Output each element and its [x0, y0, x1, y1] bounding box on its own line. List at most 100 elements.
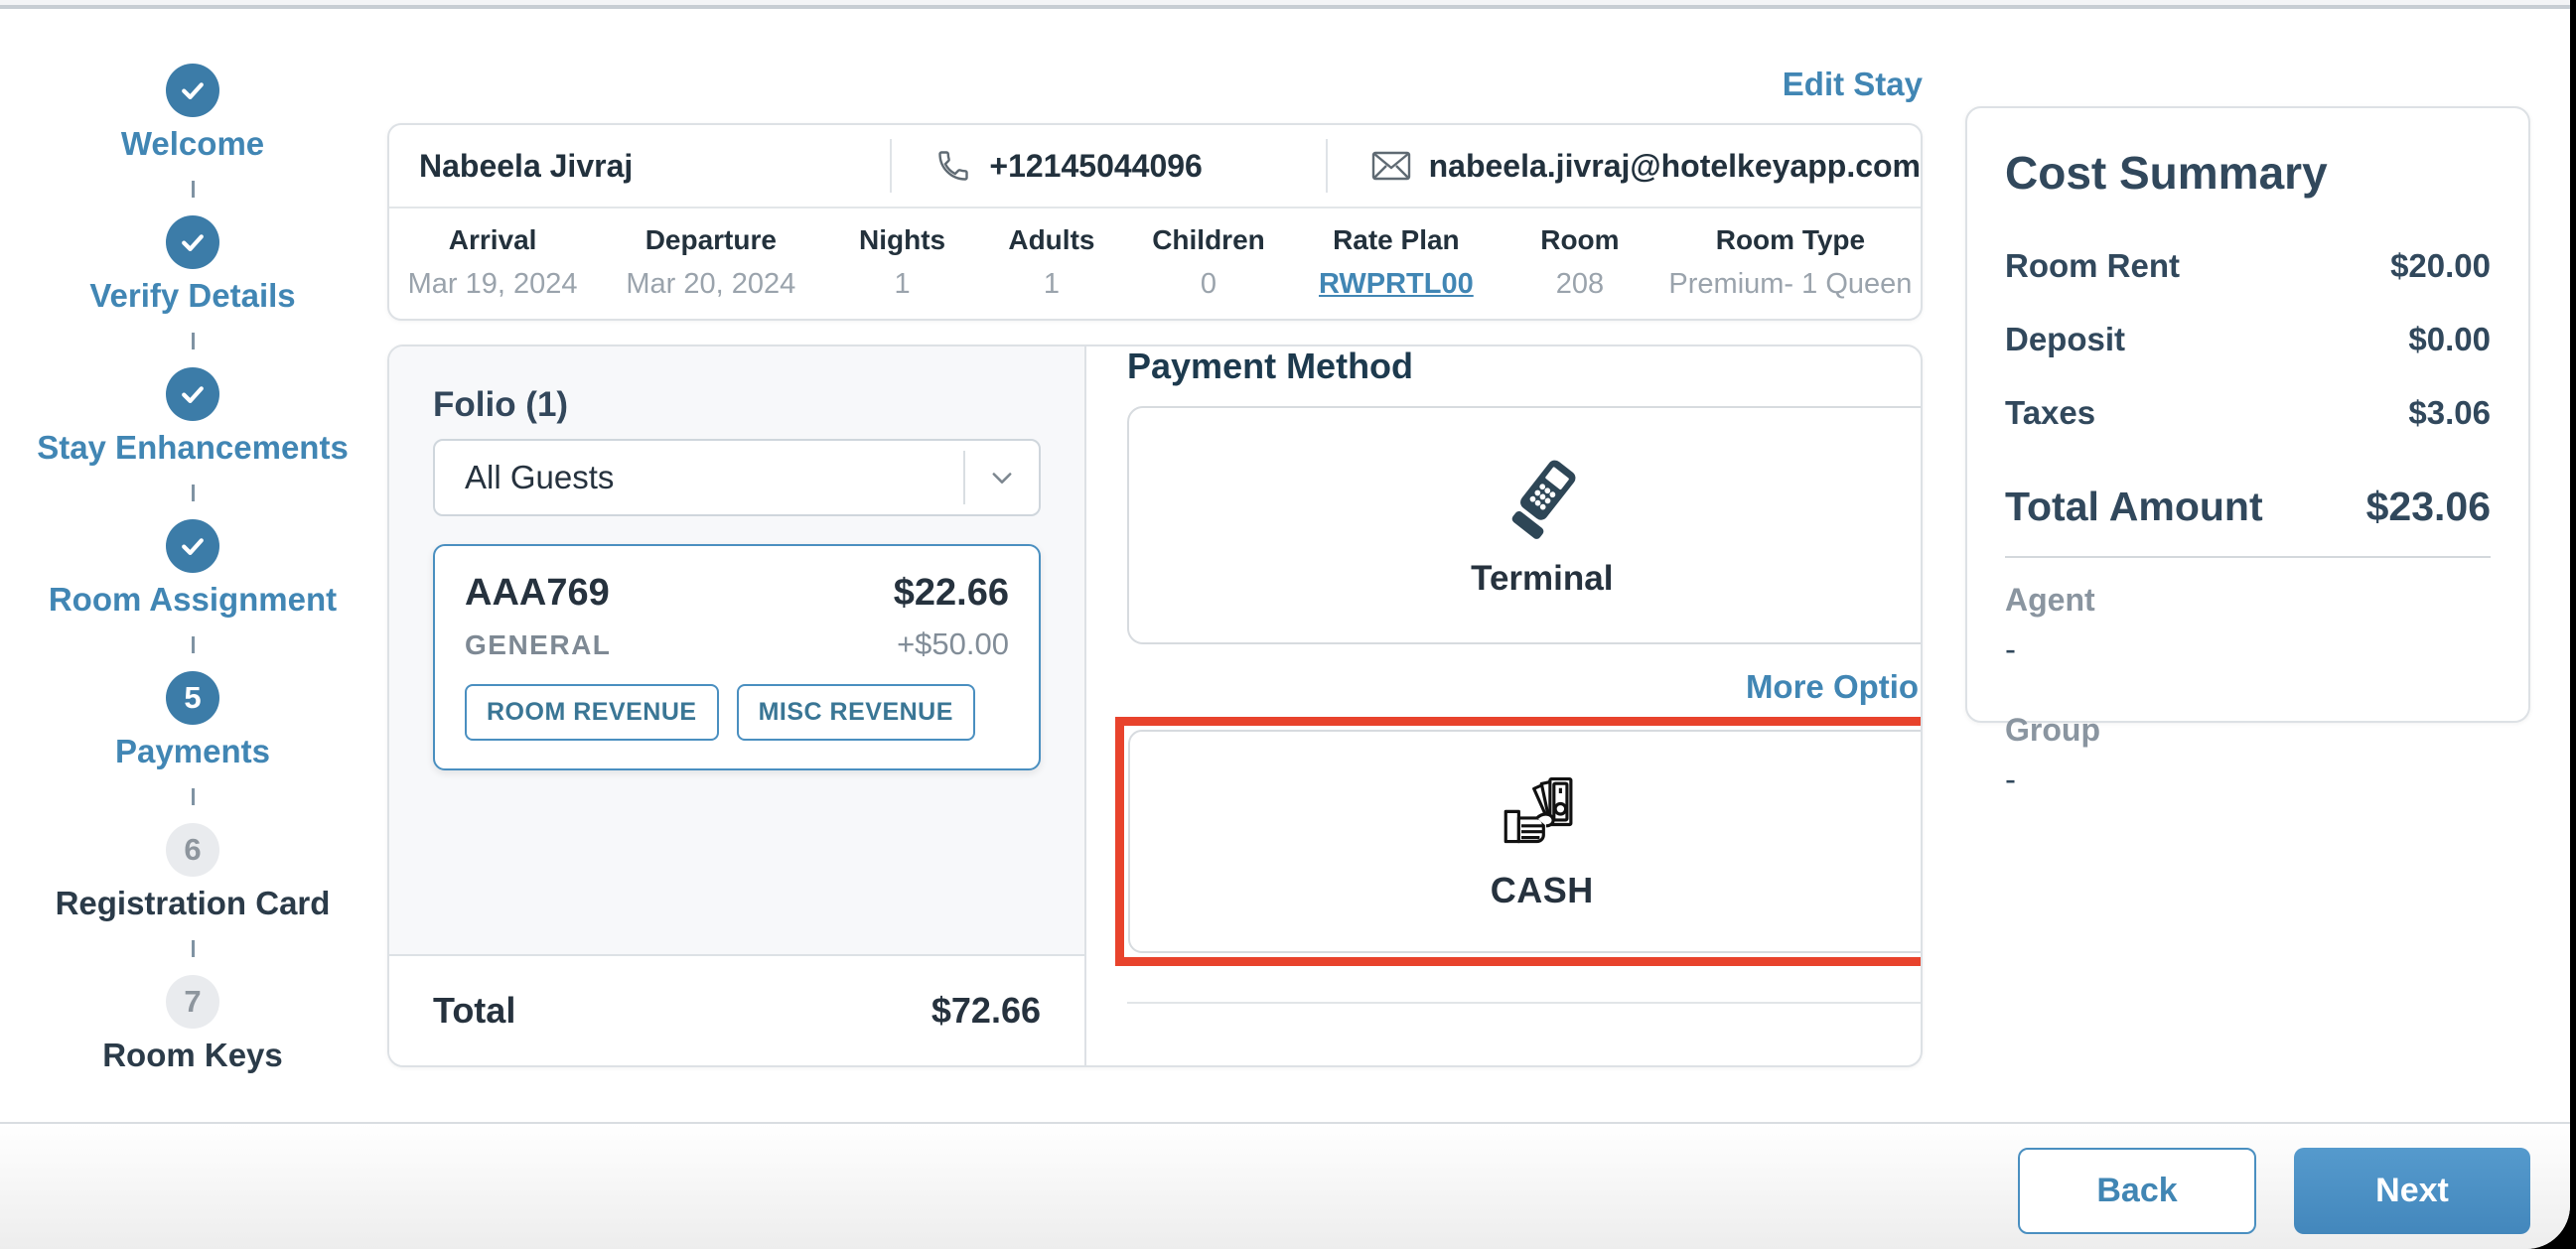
- stay-label: Departure: [596, 224, 825, 256]
- cash-highlight-annotation: CASH: [1115, 717, 1923, 966]
- stay-value: Mar 20, 2024: [596, 268, 825, 301]
- step-circle-payments[interactable]: 5: [166, 671, 219, 725]
- step-circle-welcome[interactable]: [166, 64, 219, 117]
- stay-label: Adults: [979, 224, 1124, 256]
- stepper-step-verify-details[interactable]: Verify Details: [89, 215, 295, 315]
- tag-room-revenue[interactable]: ROOM REVENUE: [465, 684, 719, 741]
- group-value: -: [2005, 761, 2491, 798]
- check-icon: [178, 227, 208, 257]
- stepper-step-payments[interactable]: 5 Payments: [115, 671, 270, 770]
- guest-phone: +12145044096: [892, 148, 1325, 185]
- stepper-step-welcome[interactable]: Welcome: [121, 64, 264, 163]
- stepper-step-registration-card[interactable]: 6 Registration Card: [56, 823, 331, 922]
- step-circle-room-assignment[interactable]: [166, 519, 219, 573]
- group-label: Group: [2005, 712, 2491, 749]
- guest-email-address: nabeela.jivraj@hotelkeyapp.com: [1429, 148, 1921, 185]
- step-circle-room-keys[interactable]: 7: [166, 975, 219, 1029]
- agent-label: Agent: [2005, 582, 2491, 619]
- check-icon: [178, 379, 208, 409]
- payment-method-terminal[interactable]: Terminal: [1127, 406, 1923, 644]
- stay-col-nights: Nights 1: [825, 224, 978, 301]
- cost-row-label: Room Rent: [2005, 247, 2180, 285]
- payment-scroll-area[interactable]: Payment Method: [1086, 347, 1923, 1026]
- cash-label: CASH: [1491, 870, 1594, 911]
- step-circle-verify-details[interactable]: [166, 215, 219, 269]
- stay-col-room-type: Room Type Premium- 1 Queen: [1660, 224, 1921, 301]
- back-button[interactable]: Back: [2018, 1148, 2256, 1234]
- rate-plan-link[interactable]: RWPRTL00: [1293, 268, 1500, 301]
- stay-value: 1: [825, 268, 978, 301]
- stay-label: Rate Plan: [1293, 224, 1500, 256]
- stay-col-rate-plan: Rate Plan RWPRTL00: [1293, 224, 1500, 301]
- cost-row-value: $0.00: [2408, 321, 2491, 358]
- cost-row-deposit: Deposit $0.00: [2005, 321, 2491, 358]
- folio-section: Folio (1) All Guests AAA769 $22.66: [389, 347, 1084, 954]
- wizard-footer: Back Next: [0, 1122, 2570, 1249]
- stay-col-adults: Adults 1: [979, 224, 1124, 301]
- chevron-down-icon: [965, 464, 1039, 491]
- step-label: Payments: [115, 733, 270, 770]
- step-label: Verify Details: [89, 277, 295, 315]
- guest-name: Nabeela Jivraj: [389, 148, 890, 185]
- stay-details-row: Arrival Mar 19, 2024 Departure Mar 20, 2…: [389, 208, 1921, 301]
- cash-icon: [1501, 772, 1584, 856]
- stepper-step-stay-enhancements[interactable]: Stay Enhancements: [37, 367, 349, 467]
- payment-method-column: Payment Method: [1086, 347, 1923, 1065]
- cost-row-label: Deposit: [2005, 321, 2125, 358]
- payments-panel: Folio (1) All Guests AAA769 $22.66: [387, 345, 1923, 1067]
- wizard-stepper: Welcome Verify Details Stay Enhanc: [19, 64, 366, 1074]
- folio-category: GENERAL: [465, 629, 611, 661]
- stay-col-departure: Departure Mar 20, 2024: [596, 224, 825, 301]
- stepper-connector: [192, 636, 195, 653]
- cost-summary-title: Cost Summary: [2005, 146, 2491, 200]
- cost-row-taxes: Taxes $3.06: [2005, 394, 2491, 432]
- more-options-link[interactable]: More Options: [1127, 670, 1923, 703]
- payment-method-title: Payment Method: [1127, 348, 1923, 384]
- stay-value: 1: [979, 268, 1124, 301]
- payment-method-cash[interactable]: CASH: [1128, 730, 1923, 953]
- divider: [2005, 556, 2491, 558]
- stepper-step-room-assignment[interactable]: Room Assignment: [49, 519, 337, 619]
- stepper-step-room-keys[interactable]: 7 Room Keys: [102, 975, 283, 1074]
- terminal-icon: [1497, 452, 1588, 543]
- guest-contact-row: Nabeela Jivraj +12145044096 nabeela.jivr…: [389, 125, 1921, 208]
- stepper-connector: [192, 940, 195, 957]
- stay-label: Nights: [825, 224, 978, 256]
- folio-item-card[interactable]: AAA769 $22.66 GENERAL +$50.00 ROOM REVEN…: [433, 544, 1041, 770]
- folio-total-label: Total: [433, 990, 515, 1032]
- stepper-connector: [192, 788, 195, 805]
- folio-column: Folio (1) All Guests AAA769 $22.66: [389, 347, 1086, 1065]
- folio-code: AAA769: [465, 572, 610, 615]
- phone-icon: [935, 148, 971, 184]
- cost-row-label: Taxes: [2005, 394, 2095, 432]
- folio-total-row: Total $72.66: [389, 954, 1084, 1065]
- check-icon: [178, 531, 208, 561]
- folio-title: Folio (1): [433, 386, 1041, 425]
- folio-total-amount: $72.66: [931, 990, 1041, 1032]
- stay-value: Premium- 1 Queen: [1660, 268, 1921, 301]
- app-window: Welcome Verify Details Stay Enhanc: [0, 0, 2570, 1249]
- stay-label: Room: [1500, 224, 1660, 256]
- folio-pending-amount: +$50.00: [897, 626, 1009, 662]
- edit-stay-link[interactable]: Edit Stay: [1629, 66, 1923, 103]
- guest-info-card: Nabeela Jivraj +12145044096 nabeela.jivr…: [387, 123, 1923, 321]
- cost-summary-panel: Cost Summary Room Rent $20.00 Deposit $0…: [1965, 106, 2530, 723]
- cost-total-value: $23.06: [2366, 484, 2491, 530]
- stay-value: Mar 19, 2024: [389, 268, 596, 301]
- stay-col-arrival: Arrival Mar 19, 2024: [389, 224, 596, 301]
- tag-misc-revenue[interactable]: MISC REVENUE: [737, 684, 975, 741]
- step-circle-stay-enhancements[interactable]: [166, 367, 219, 421]
- guest-email: nabeela.jivraj@hotelkeyapp.com: [1328, 148, 1921, 185]
- folio-guest-select[interactable]: All Guests: [433, 439, 1041, 516]
- next-button[interactable]: Next: [2294, 1148, 2530, 1234]
- stepper-connector: [192, 181, 195, 198]
- stay-col-children: Children 0: [1124, 224, 1293, 301]
- step-circle-registration-card[interactable]: 6: [166, 823, 219, 877]
- folio-guest-select-value: All Guests: [435, 459, 963, 496]
- stop-charge-label: Stop Charge: [1696, 1024, 1897, 1026]
- stay-label: Arrival: [389, 224, 596, 256]
- step-number: 6: [184, 832, 201, 868]
- step-label: Room Keys: [102, 1037, 283, 1074]
- envelope-icon: [1371, 150, 1411, 182]
- screenshot-canvas: Welcome Verify Details Stay Enhanc: [0, 0, 2576, 1249]
